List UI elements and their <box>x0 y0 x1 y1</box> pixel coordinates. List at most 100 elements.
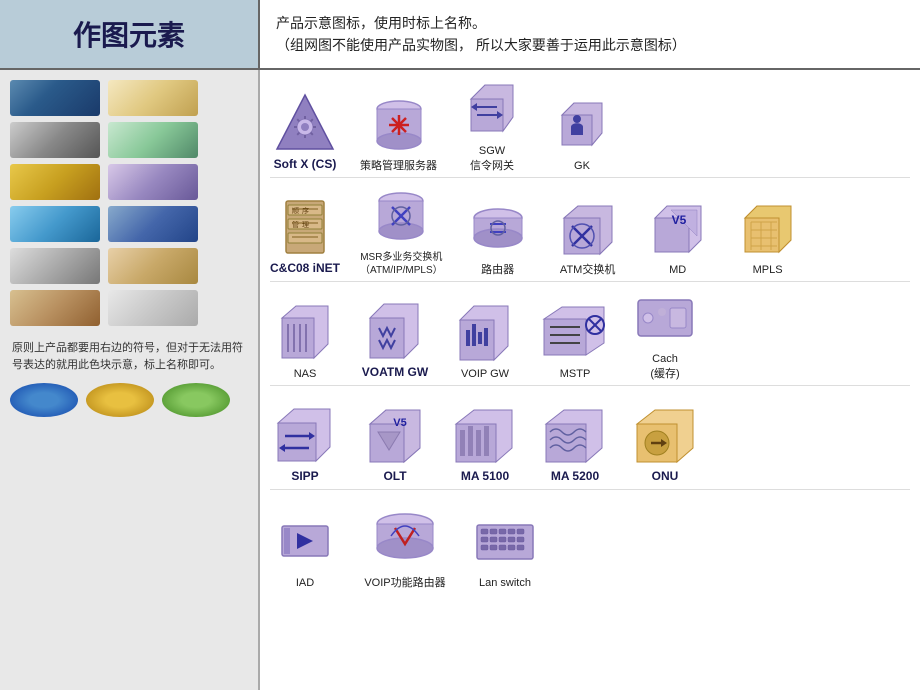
color-block-lavender <box>108 164 198 200</box>
icon-row-1: Soft X (CS) <box>270 78 910 178</box>
md-label: MD <box>669 263 686 277</box>
icon-item-md: V5 MD <box>643 199 713 277</box>
left-note: 原则上产品都要用右边的符号，但对于无法用符号表达的就用此色块示意，标上名称即可。 <box>10 338 248 375</box>
icon-item-voatm: VOATM GW <box>360 301 430 381</box>
olt-icon: V5 <box>365 405 425 465</box>
router-icon <box>468 199 528 259</box>
iad-icon <box>275 512 335 572</box>
icon-item-gk: GK <box>547 95 617 173</box>
icon-item-lanswitch: Lan switch <box>470 512 540 590</box>
icon-item-cach: Cach(缓存) <box>630 288 700 381</box>
nas-icon <box>275 303 335 363</box>
icon-item-voip-gw: VOIP GW <box>450 303 520 381</box>
sgw-icon <box>462 80 522 140</box>
icon-row-5: IAD <box>270 494 910 594</box>
ma5100-label: MA 5100 <box>461 469 509 485</box>
cach-icon <box>635 288 695 348</box>
svg-text:管: 管 <box>292 220 299 229</box>
gk-label: GK <box>574 159 590 173</box>
lanswitch-icon <box>475 512 535 572</box>
icon-row-3: NAS V <box>270 286 910 386</box>
color-block-light-blue <box>10 206 100 242</box>
softx-label: Soft X (CS) <box>274 157 337 173</box>
icon-item-mpls: MPLS <box>733 199 803 277</box>
mstp-label: MSTP <box>560 367 591 381</box>
cc08-icon: 顺 序 管 理 <box>275 197 335 257</box>
svg-text:V5: V5 <box>393 417 406 429</box>
icon-item-cc08: 顺 序 管 理 C&C08 iNET <box>270 197 340 277</box>
voip-gw-label: VOIP GW <box>461 367 509 381</box>
page: 作图元素 产品示意图标，使用时标上名称。 （组网图不能使用产品实物图， 所以大家… <box>0 0 920 690</box>
color-block-blue2 <box>108 206 198 242</box>
left-panel: 原则上产品都要用右边的符号，但对于无法用符号表达的就用此色块示意，标上名称即可。 <box>0 70 260 690</box>
iad-label: IAD <box>296 576 314 590</box>
policy-label: 策略管理服务器 <box>360 159 437 173</box>
color-block-light <box>108 290 198 326</box>
color-row-4 <box>10 206 248 242</box>
color-row-2 <box>10 122 248 158</box>
header-right: 产品示意图标，使用时标上名称。 （组网图不能使用产品实物图， 所以大家要善于运用… <box>260 0 920 68</box>
color-block-blue-dark <box>10 80 100 116</box>
sipp-icon <box>275 405 335 465</box>
ma5200-icon <box>545 405 605 465</box>
ma5200-label: MA 5200 <box>551 469 599 485</box>
icon-item-ma5200: MA 5200 <box>540 405 610 485</box>
color-row-1 <box>10 80 248 116</box>
header-desc1: 产品示意图标，使用时标上名称。 <box>276 12 904 34</box>
svg-text:顺: 顺 <box>292 207 299 215</box>
icon-item-iad: IAD <box>270 512 340 590</box>
mstp-icon <box>545 303 605 363</box>
icon-item-router: 路由器 <box>463 199 533 277</box>
mpls-icon <box>738 199 798 259</box>
color-row-3 <box>10 164 248 200</box>
icon-item-msr: MSR多业务交换机（ATM/IP/MPLS） <box>360 187 443 277</box>
icon-item-olt: V5 OLT <box>360 405 430 485</box>
msr-label: MSR多业务交换机（ATM/IP/MPLS） <box>360 251 443 277</box>
color-block-yellow <box>10 164 100 200</box>
icon-item-sgw: SGW信令网关 <box>457 80 527 173</box>
onu-icon <box>635 405 695 465</box>
cach-label: Cach(缓存) <box>650 352 679 381</box>
oval-gold <box>86 383 154 417</box>
policy-icon <box>369 95 429 155</box>
svg-text:序: 序 <box>302 206 309 215</box>
icon-item-ma5100: MA 5100 <box>450 405 520 485</box>
router-label: 路由器 <box>481 263 514 277</box>
voip-router-icon <box>375 512 435 572</box>
nas-label: NAS <box>294 367 317 381</box>
svg-text:理: 理 <box>302 221 309 229</box>
icon-item-sipp: SIPP <box>270 405 340 485</box>
color-block-gray <box>10 122 100 158</box>
header-desc2: （组网图不能使用产品实物图， 所以大家要善于运用此示意图标） <box>276 34 904 56</box>
color-block-mint <box>108 122 198 158</box>
color-block-gray2 <box>10 248 100 284</box>
voatm-icon <box>365 301 425 361</box>
header-left: 作图元素 <box>0 0 260 68</box>
voip-gw-icon <box>455 303 515 363</box>
voatm-label: VOATM GW <box>362 365 428 381</box>
olt-label: OLT <box>383 469 406 485</box>
header: 作图元素 产品示意图标，使用时标上名称。 （组网图不能使用产品实物图， 所以大家… <box>0 0 920 70</box>
lanswitch-label: Lan switch <box>479 576 531 590</box>
icon-row-4: SIPP V5 <box>270 390 910 490</box>
icon-item-atm: ATM交换机 <box>553 199 623 277</box>
color-block-tan <box>10 290 100 326</box>
sipp-label: SIPP <box>291 469 318 485</box>
icon-item-softx: Soft X (CS) <box>270 93 340 173</box>
icon-item-mstp: MSTP <box>540 303 610 381</box>
gk-icon <box>552 95 612 155</box>
md-icon: V5 <box>648 199 708 259</box>
cc08-label: C&C08 iNET <box>270 261 340 277</box>
atm-icon <box>558 199 618 259</box>
msr-icon <box>371 187 431 247</box>
sgw-label: SGW信令网关 <box>470 144 514 173</box>
icon-item-nas: NAS <box>270 303 340 381</box>
onu-label: ONU <box>652 469 679 485</box>
oval-blue <box>10 383 78 417</box>
oval-row <box>10 383 248 417</box>
voip-router-label: VOIP功能路由器 <box>364 576 445 590</box>
color-block-warm <box>108 248 198 284</box>
ma5100-icon <box>455 405 515 465</box>
oval-green <box>162 383 230 417</box>
mpls-label: MPLS <box>753 263 783 277</box>
